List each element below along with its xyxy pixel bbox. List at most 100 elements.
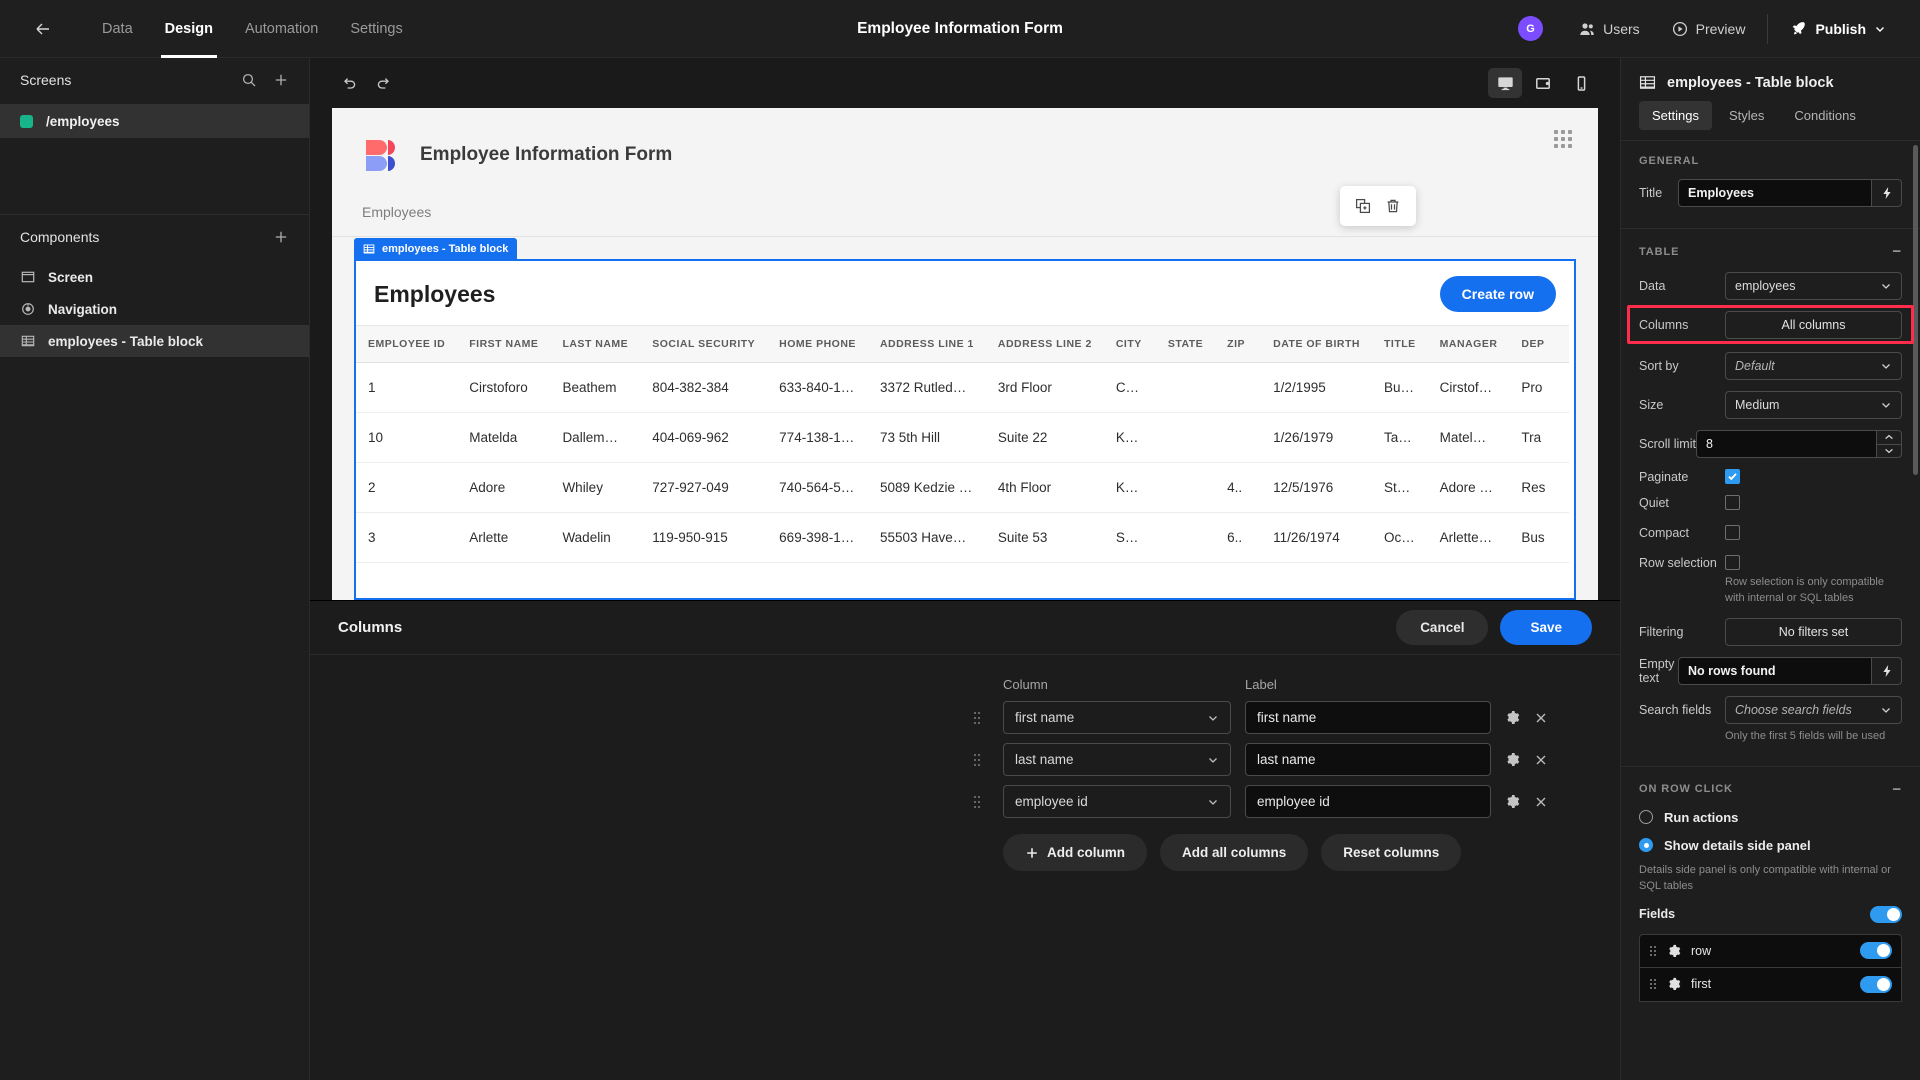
back-button[interactable] (26, 12, 60, 46)
column-label-input[interactable] (1245, 785, 1491, 818)
radio-run-actions[interactable]: Run actions (1639, 810, 1902, 825)
reset-columns-button[interactable]: Reset columns (1321, 834, 1462, 871)
search-icon[interactable] (241, 72, 257, 88)
title-input[interactable] (1678, 179, 1872, 207)
stepper-down-icon[interactable] (1877, 445, 1901, 458)
table-column-header[interactable]: TITLE (1371, 325, 1428, 363)
tab-settings-panel[interactable]: Settings (1639, 101, 1712, 130)
save-button[interactable]: Save (1500, 610, 1592, 645)
table-row[interactable]: 2 Adore Whiley 727-927-049 740-564-5… 5089 Ke… (356, 462, 1570, 513)
table-row[interactable]: 1 Cirstoforo Beathem 804-382-384 633-840-1… 3… (356, 362, 1570, 413)
field-enabled-toggle[interactable] (1860, 942, 1892, 960)
tab-design[interactable]: Design (149, 0, 229, 58)
column-label-input[interactable] (1245, 743, 1491, 776)
data-select[interactable]: employees (1725, 272, 1902, 300)
device-mobile-button[interactable] (1564, 68, 1598, 98)
filtering-button[interactable]: No filters set (1725, 617, 1902, 646)
table-column-header[interactable]: CITY (1103, 325, 1156, 363)
drag-handle-icon[interactable] (965, 710, 989, 726)
add-screen-icon[interactable] (273, 72, 289, 88)
redo-icon[interactable] (366, 66, 400, 100)
table-column-header[interactable]: ADDRESS LINE 2 (985, 325, 1104, 363)
gear-icon[interactable] (1667, 977, 1681, 991)
close-icon[interactable] (1534, 711, 1548, 725)
drag-handle-icon[interactable] (1554, 130, 1572, 148)
compact-checkbox[interactable] (1725, 525, 1740, 540)
search-fields-select[interactable]: Choose search fields (1725, 695, 1902, 724)
users-button[interactable]: Users (1563, 0, 1656, 58)
drag-handle-icon[interactable] (1649, 977, 1657, 991)
field-enabled-toggle[interactable] (1860, 975, 1892, 993)
table-column-header[interactable]: HOME PHONE (767, 325, 868, 363)
right-panel-scroll[interactable]: GENERAL Title TA (1621, 140, 1920, 1080)
column-select[interactable]: last name (1003, 743, 1231, 776)
tab-conditions-panel[interactable]: Conditions (1781, 101, 1868, 130)
radio-button[interactable] (1639, 838, 1653, 853)
fields-toggle[interactable] (1870, 905, 1902, 923)
table-scroll-area[interactable]: EMPLOYEE ID FIRST NAME LAST NAME SOCIAL SEC… (356, 325, 1574, 598)
stepper-up-icon[interactable] (1877, 431, 1901, 445)
table-column-header[interactable]: MANAGER (1427, 325, 1510, 363)
row-selection-checkbox[interactable] (1725, 555, 1740, 570)
canvas-nav-label[interactable]: Employees (362, 204, 431, 220)
table-row[interactable]: 3 Arlette Wadelin 119-950-915 669-398-1… 5550… (356, 512, 1570, 563)
cancel-button[interactable]: Cancel (1396, 610, 1489, 645)
sort-by-select[interactable]: Default (1725, 352, 1902, 380)
paginate-checkbox[interactable] (1725, 469, 1740, 484)
drag-handle-icon[interactable] (1649, 944, 1657, 958)
tab-data[interactable]: Data (86, 0, 149, 58)
table-column-header[interactable]: DATE OF BIRTH (1261, 325, 1372, 363)
drag-handle-icon[interactable] (965, 752, 989, 768)
sidebar-item-employees-screen[interactable]: /employees (0, 104, 309, 138)
field-list-item-row[interactable]: row (1639, 933, 1902, 968)
add-component-icon[interactable] (273, 229, 289, 245)
gear-icon[interactable] (1505, 710, 1520, 725)
preview-button[interactable]: Preview (1656, 0, 1762, 58)
column-select[interactable]: employee id (1003, 785, 1231, 818)
add-all-columns-button[interactable]: Add all columns (1160, 834, 1309, 871)
sidebar-item-screen[interactable]: Screen (0, 261, 309, 293)
delete-icon[interactable] (1380, 193, 1406, 219)
quiet-checkbox[interactable] (1725, 495, 1740, 510)
drag-handle-icon[interactable] (965, 794, 989, 810)
collapse-icon[interactable]: − (1892, 243, 1902, 260)
column-label-input[interactable] (1245, 701, 1491, 734)
column-select[interactable]: first name (1003, 701, 1231, 734)
table-column-header[interactable]: DEP (1509, 325, 1570, 363)
close-icon[interactable] (1534, 795, 1548, 809)
create-row-button[interactable]: Create row (1439, 276, 1556, 312)
table-column-header[interactable]: STATE (1155, 325, 1216, 363)
table-column-header[interactable]: ZIP (1215, 325, 1262, 363)
empty-text-input[interactable] (1678, 656, 1872, 685)
sidebar-item-navigation[interactable]: Navigation (0, 293, 309, 325)
tab-automation[interactable]: Automation (229, 0, 334, 58)
table-column-header[interactable]: LAST NAME (550, 325, 641, 363)
lightning-icon[interactable] (1872, 179, 1902, 207)
undo-icon[interactable] (332, 66, 366, 100)
radio-button[interactable] (1639, 810, 1653, 825)
gear-icon[interactable] (1505, 752, 1520, 767)
radio-show-details-side-panel[interactable]: Show details side panel (1639, 838, 1902, 853)
size-select[interactable]: Medium (1725, 391, 1902, 419)
gear-icon[interactable] (1667, 944, 1681, 958)
sidebar-item-employees-table-block[interactable]: employees - Table block (0, 325, 309, 357)
device-tablet-button[interactable] (1526, 68, 1560, 98)
table-column-header[interactable]: EMPLOYEE ID (356, 325, 458, 363)
avatar[interactable]: G (1518, 16, 1544, 41)
device-desktop-button[interactable] (1488, 68, 1522, 98)
table-column-header[interactable]: FIRST NAME (457, 325, 551, 363)
scroll-limit-stepper[interactable] (1876, 430, 1902, 458)
field-list-item-first[interactable]: first (1639, 967, 1902, 1002)
tab-settings[interactable]: Settings (334, 0, 418, 58)
table-column-header[interactable]: SOCIAL SECURITY (640, 325, 768, 363)
table-column-header[interactable]: ADDRESS LINE 1 (867, 325, 986, 363)
close-icon[interactable] (1534, 753, 1548, 767)
table-block[interactable]: Employees Create row EMPLOYEE ID FIRST NA… (354, 259, 1576, 600)
duplicate-icon[interactable] (1350, 193, 1376, 219)
gear-icon[interactable] (1505, 794, 1520, 809)
collapse-icon[interactable]: − (1892, 781, 1902, 798)
all-columns-button[interactable]: All columns (1725, 311, 1902, 339)
add-column-button[interactable]: Add column (1003, 834, 1147, 871)
tab-styles-panel[interactable]: Styles (1716, 101, 1777, 130)
lightning-icon[interactable] (1872, 656, 1902, 685)
